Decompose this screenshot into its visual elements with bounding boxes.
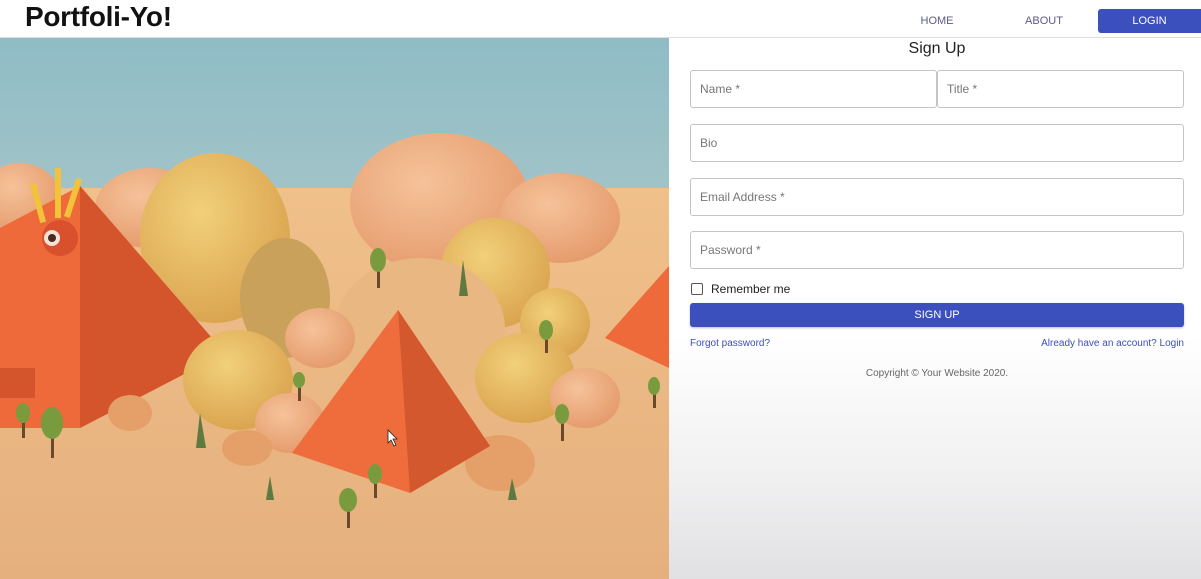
name-field[interactable] bbox=[690, 70, 937, 108]
nav-about-link[interactable]: ABOUT bbox=[1012, 9, 1076, 33]
bio-input[interactable] bbox=[691, 125, 1183, 161]
email-input[interactable] bbox=[691, 179, 1183, 215]
bio-field[interactable] bbox=[690, 124, 1184, 162]
form-title: Sign Up bbox=[908, 40, 966, 57]
rock bbox=[222, 430, 272, 466]
top-navbar: Portfoli-Yo! HOME ABOUT LOGIN bbox=[0, 0, 1201, 38]
forgot-password-link[interactable]: Forgot password? bbox=[690, 338, 770, 349]
signup-button[interactable]: SIGN UP bbox=[690, 303, 1184, 327]
nav-home-link[interactable]: HOME bbox=[905, 9, 969, 33]
remember-me-checkbox[interactable] bbox=[691, 283, 703, 295]
title-field[interactable] bbox=[937, 70, 1184, 108]
login-link[interactable]: Already have an account? Login bbox=[1041, 338, 1184, 349]
title-input[interactable] bbox=[938, 71, 1183, 107]
password-field[interactable] bbox=[690, 231, 1184, 269]
rock bbox=[108, 395, 152, 431]
brand-logo[interactable]: Portfoli-Yo! bbox=[25, 1, 172, 33]
hut bbox=[0, 368, 35, 398]
creature-antenna bbox=[55, 168, 61, 218]
remember-me-label: Remember me bbox=[711, 282, 791, 296]
name-input[interactable] bbox=[691, 71, 936, 107]
hero-illustration bbox=[0, 38, 669, 579]
remember-me-option[interactable]: Remember me bbox=[691, 282, 790, 296]
creature-pupil bbox=[48, 234, 56, 242]
signup-panel: Sign Up Remember me SIGN UP Forgot passw… bbox=[669, 38, 1201, 579]
desert-scene-image bbox=[0, 38, 669, 579]
password-input[interactable] bbox=[691, 232, 1183, 268]
copyright-text: Copyright © Your Website 2020. bbox=[865, 368, 1009, 379]
nav-login-button[interactable]: LOGIN bbox=[1098, 9, 1201, 33]
dome bbox=[285, 308, 355, 368]
email-field[interactable] bbox=[690, 178, 1184, 216]
